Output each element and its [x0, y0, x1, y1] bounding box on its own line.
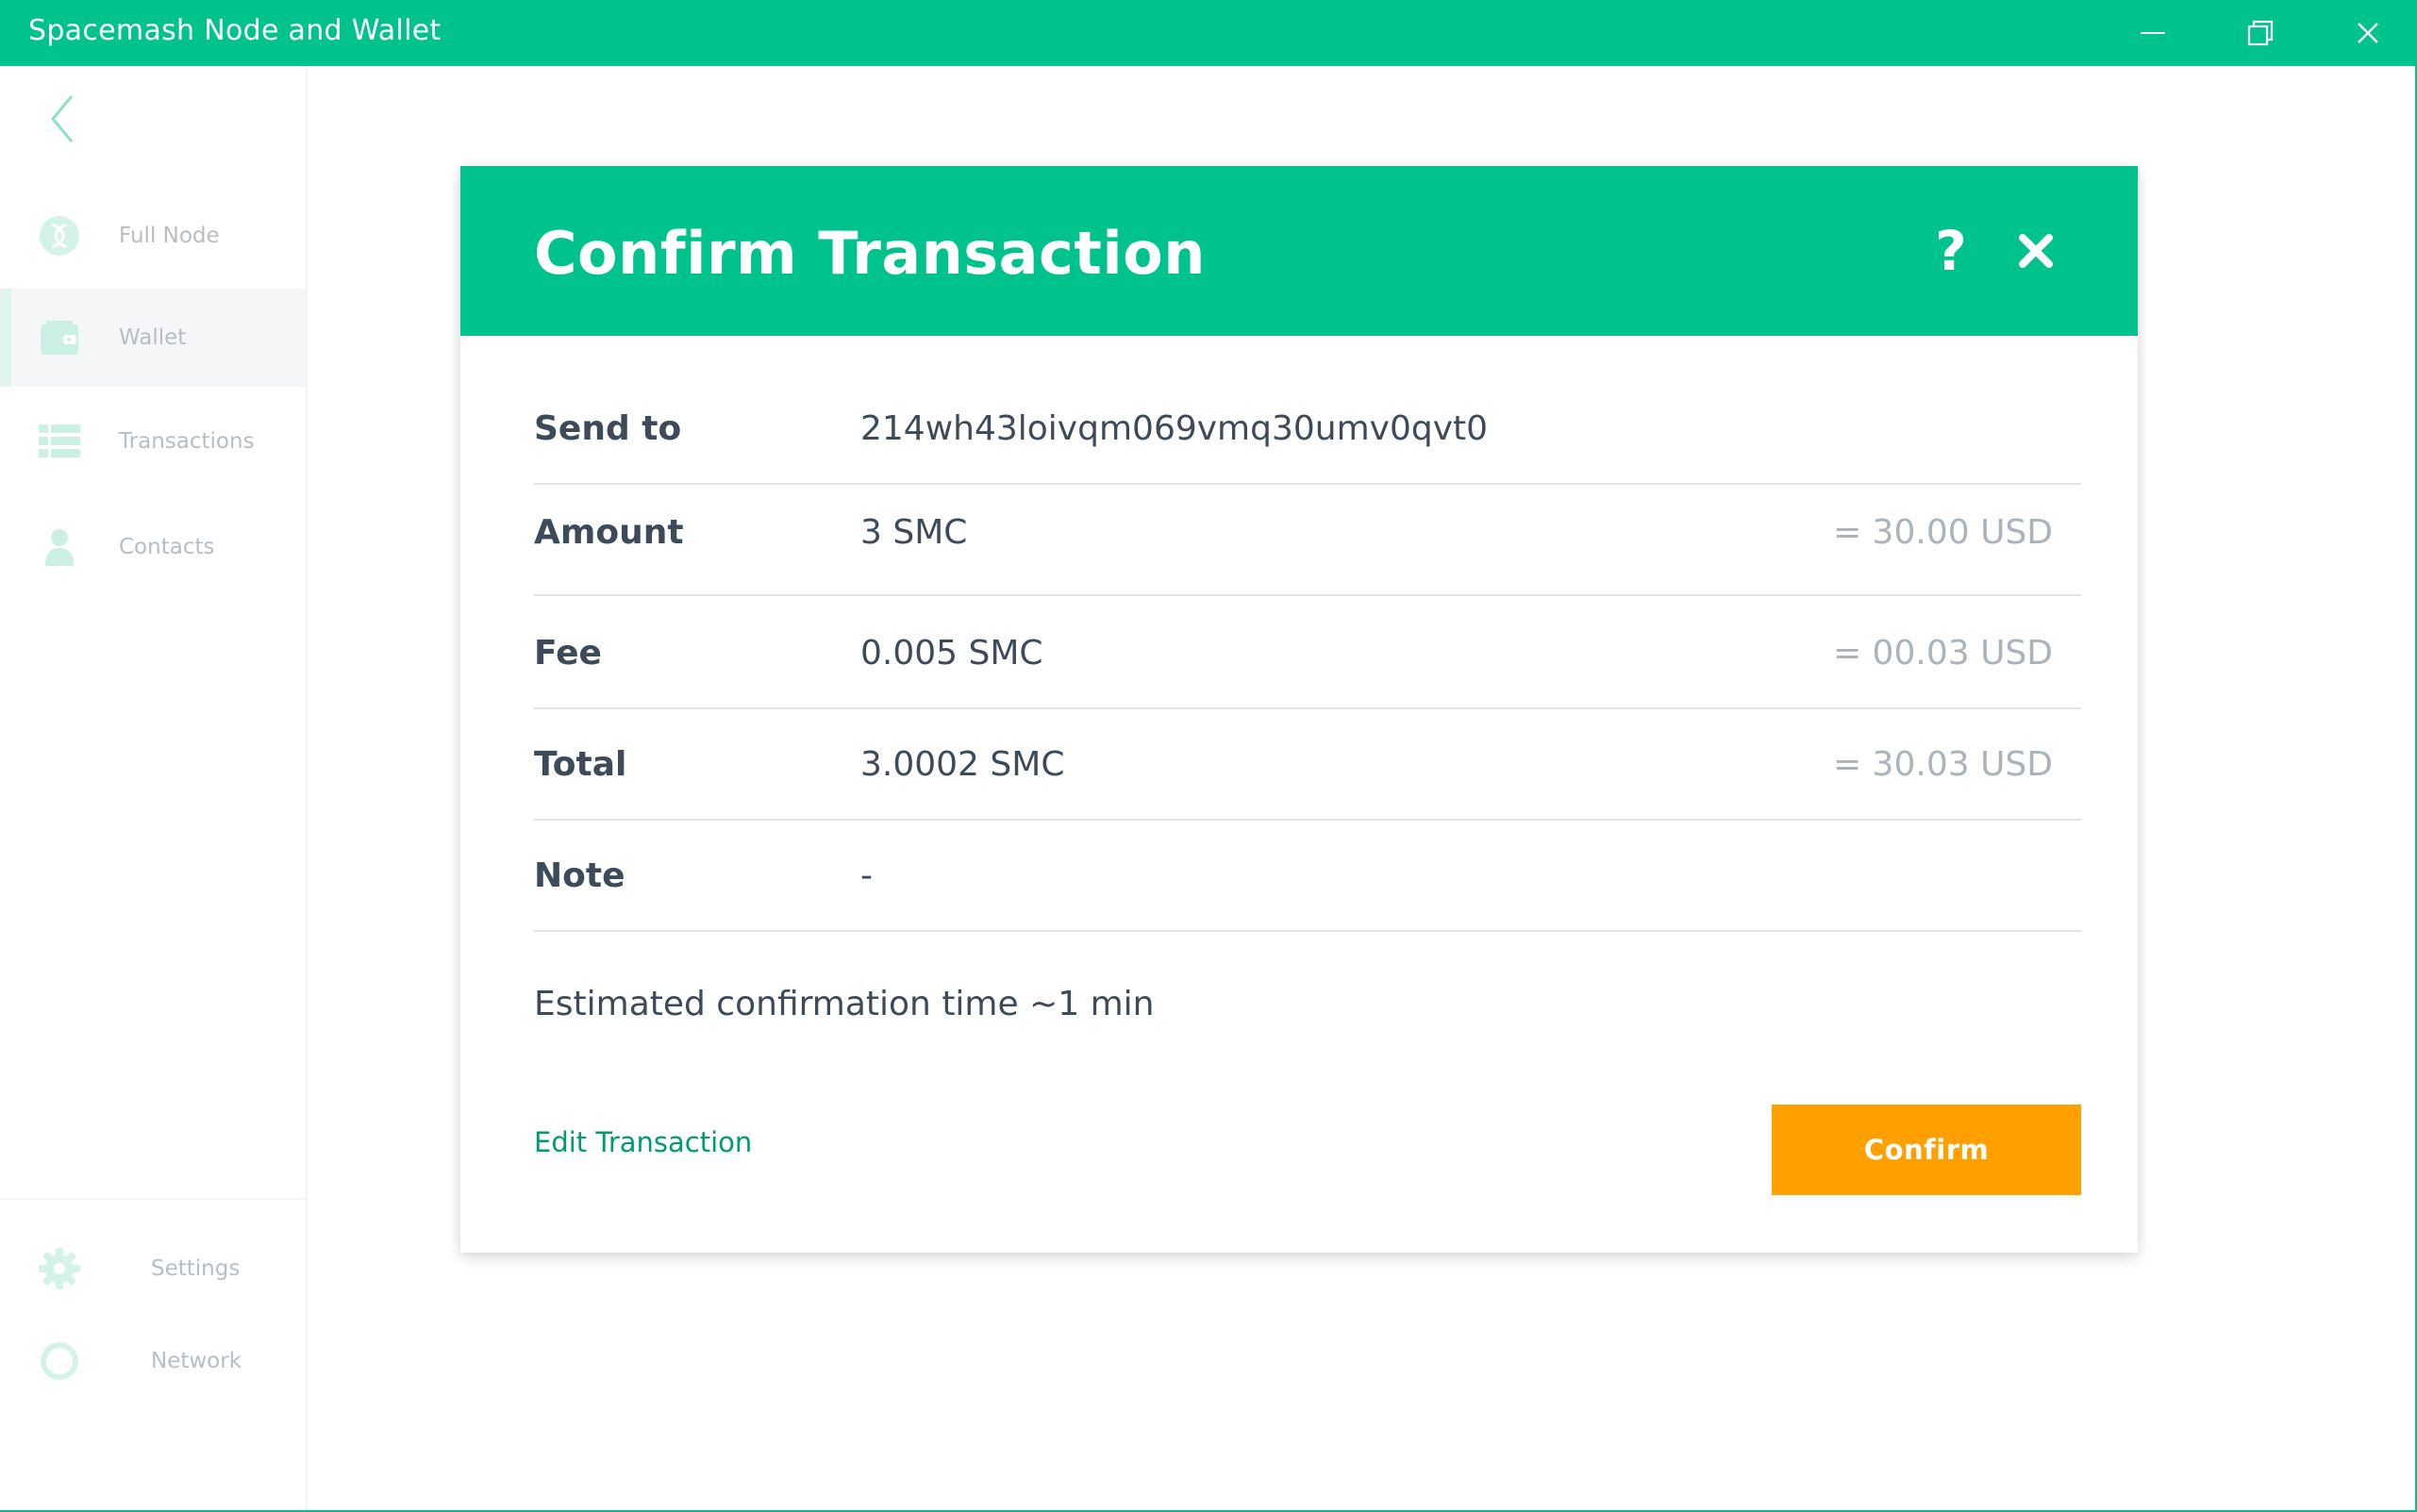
- contacts-icon: [38, 525, 81, 569]
- sidebar-item-label: Contacts: [119, 535, 215, 559]
- sidebar-item-wallet[interactable]: Wallet: [0, 289, 306, 387]
- amount-usd: = 30.00 USD: [1832, 513, 2053, 552]
- close-icon: [2019, 234, 2053, 268]
- sidebar-item-full-node[interactable]: Full Node: [0, 187, 306, 285]
- total-value: 3.0002 SMC: [860, 745, 1065, 784]
- back-button[interactable]: [43, 91, 81, 147]
- row-divider: [534, 483, 2081, 485]
- active-indicator: [0, 289, 11, 387]
- dialog-title: Confirm Transaction: [534, 219, 1206, 288]
- restore-button[interactable]: [2232, 9, 2289, 57]
- fee-value: 0.005 SMC: [860, 634, 1043, 673]
- sidebar-item-label: Transactions: [119, 429, 255, 454]
- amount-value: 3 SMC: [860, 513, 968, 552]
- dialog-header: Confirm Transaction ?: [460, 166, 2138, 336]
- send-to-label: Send to: [534, 409, 682, 448]
- wallet-icon: [38, 316, 81, 359]
- row-divider: [534, 594, 2081, 596]
- sidebar-item-label: Full Node: [119, 224, 220, 248]
- fee-label: Fee: [534, 634, 602, 673]
- gear-icon: [38, 1247, 81, 1290]
- row-divider: [534, 707, 2081, 709]
- help-button[interactable]: ?: [1927, 223, 1975, 279]
- total-label: Total: [534, 745, 627, 784]
- close-dialog-button[interactable]: [2008, 223, 2064, 279]
- confirm-button[interactable]: Confirm: [1772, 1105, 2081, 1195]
- chevron-left-icon: [51, 95, 74, 142]
- confirm-transaction-dialog: Confirm Transaction ? Send to 214wh43loi…: [460, 166, 2138, 1253]
- full-node-icon: [38, 214, 81, 258]
- minimize-button[interactable]: [2125, 9, 2181, 57]
- close-window-button[interactable]: [2340, 9, 2396, 57]
- close-icon: [2358, 23, 2378, 43]
- row-divider: [534, 819, 2081, 821]
- sidebar-item-label: Network: [151, 1349, 242, 1373]
- note-label: Note: [534, 856, 625, 895]
- fee-usd: = 00.03 USD: [1832, 634, 2053, 673]
- sidebar-item-transactions[interactable]: Transactions: [0, 392, 306, 490]
- estimated-confirmation-time: Estimated confirmation time ~1 min: [534, 985, 1155, 1023]
- total-usd: = 30.03 USD: [1832, 745, 2053, 784]
- sidebar-item-label: Wallet: [119, 325, 187, 350]
- transactions-icon: [38, 420, 81, 463]
- sidebar-item-contacts[interactable]: Contacts: [0, 498, 306, 596]
- sidebar-item-network[interactable]: Network: [0, 1319, 306, 1404]
- title-bar: Spacemash Node and Wallet: [0, 0, 2417, 66]
- sidebar-item-settings[interactable]: Settings: [0, 1226, 306, 1311]
- note-value: -: [860, 856, 873, 895]
- window-title: Spacemash Node and Wallet: [28, 14, 442, 47]
- send-to-address: 214wh43loivqm069vmq30umv0qvt0: [860, 409, 1489, 448]
- network-icon: [38, 1339, 81, 1383]
- restore-icon: [2247, 20, 2274, 46]
- sidebar-divider: [0, 1198, 306, 1200]
- row-divider: [534, 930, 2081, 932]
- edit-transaction-link[interactable]: Edit Transaction: [534, 1126, 752, 1158]
- sidebar: Full Node Wallet Transactions Contacts S…: [0, 66, 308, 1510]
- amount-label: Amount: [534, 513, 684, 552]
- sidebar-item-label: Settings: [151, 1256, 241, 1281]
- minimize-icon: [2141, 32, 2165, 34]
